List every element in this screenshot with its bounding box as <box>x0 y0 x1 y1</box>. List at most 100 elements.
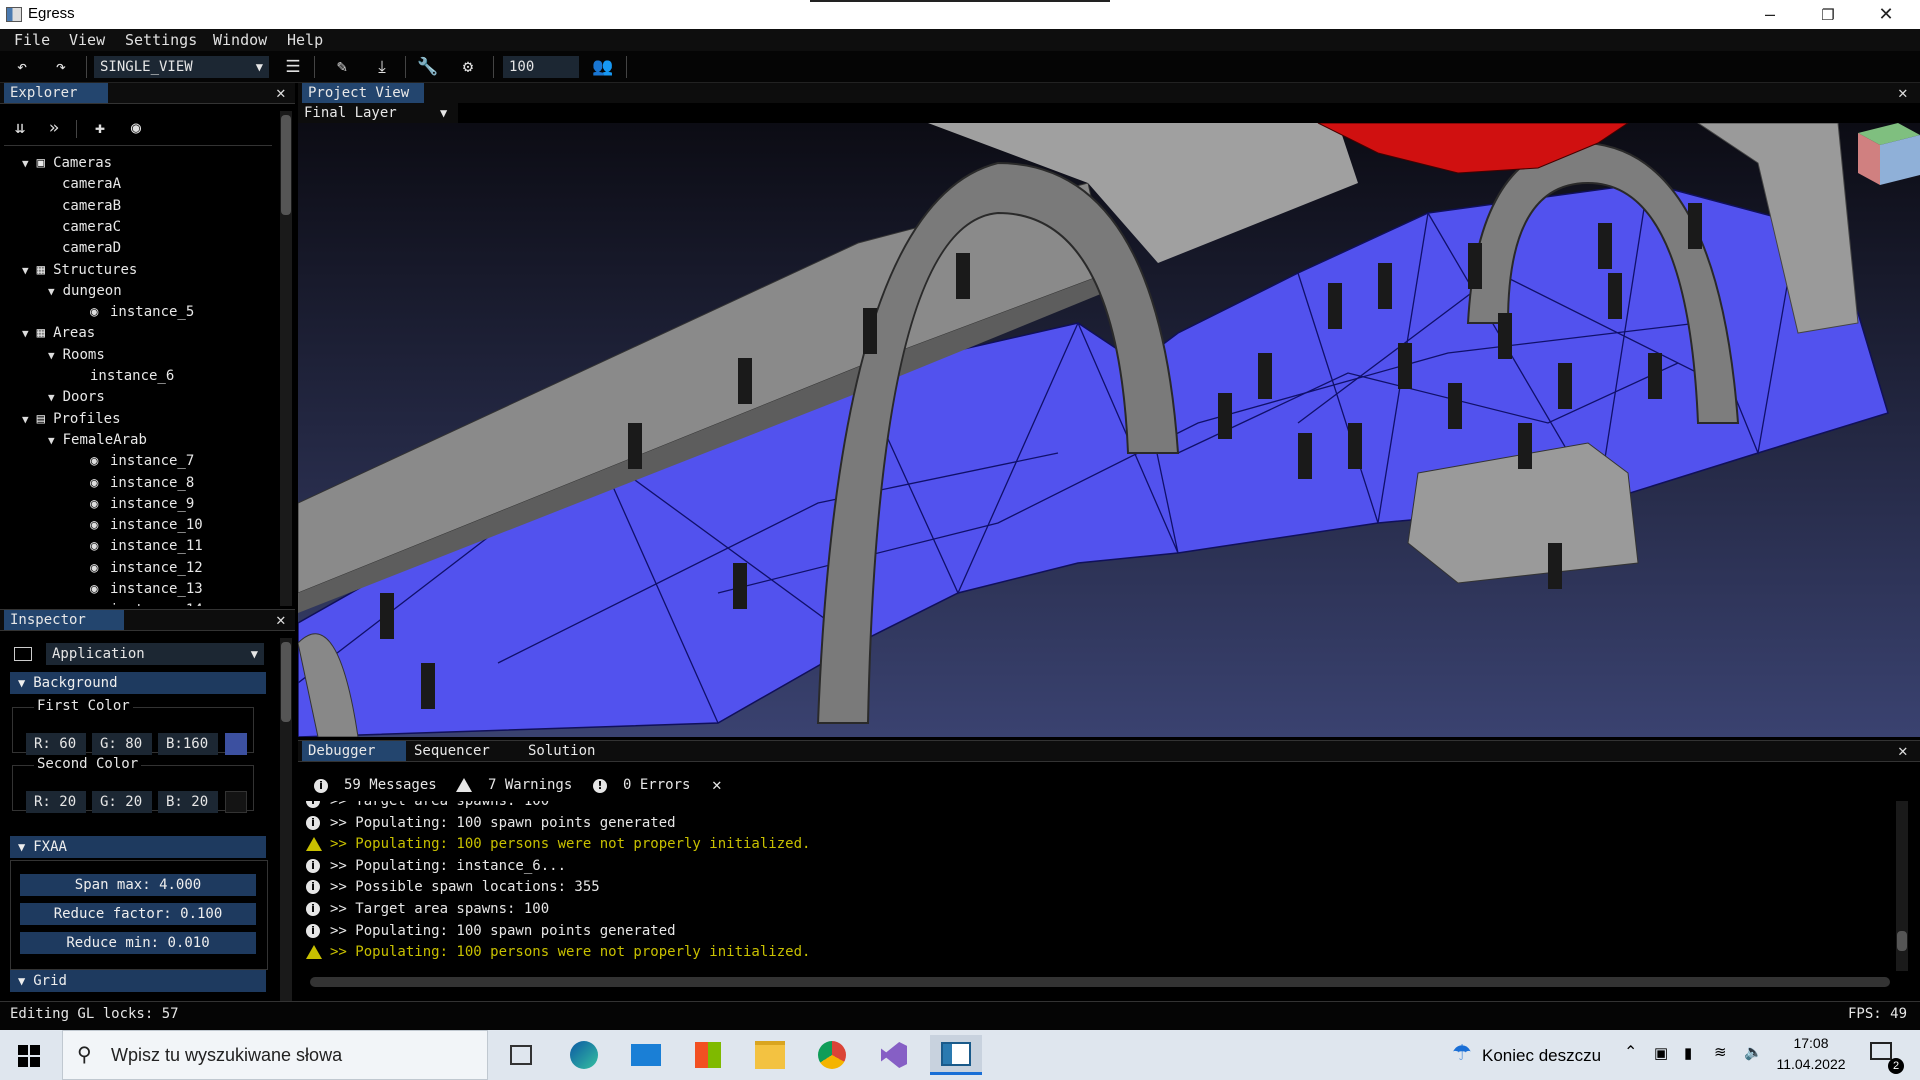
collapse-all-icon[interactable]: ⇊ <box>8 117 32 139</box>
windows-start-icon[interactable] <box>18 1045 40 1067</box>
tree-item[interactable]: cameraD <box>48 238 121 258</box>
second-color-swatch[interactable] <box>225 791 247 813</box>
battery-icon[interactable]: ▮ <box>1684 1044 1692 1062</box>
eye-icon[interactable]: ◉ <box>90 515 110 535</box>
close-icon[interactable]: ✕ <box>1898 83 1908 103</box>
inspector-scroll-thumb[interactable] <box>281 642 291 722</box>
tab-explorer[interactable]: Explorer <box>4 83 108 103</box>
tab-project-view[interactable]: Project View <box>302 83 424 103</box>
view-mode-combo[interactable]: SINGLE_VIEW ▼ <box>94 56 269 78</box>
edit-icon[interactable]: ✎ <box>330 56 354 78</box>
reduce-factor-slider[interactable]: Reduce factor: 0.100 <box>20 903 256 925</box>
menu-window[interactable]: Window <box>213 31 267 49</box>
tree-item[interactable]: ◉ instance_12 <box>90 558 203 578</box>
close-icon[interactable]: ✕ <box>1898 741 1908 761</box>
explorer-scroll-thumb[interactable] <box>281 115 291 215</box>
wrench-icon[interactable]: 🔧 <box>416 56 440 78</box>
log-entry[interactable]: >> Populating: 100 persons were not prop… <box>306 834 810 855</box>
network-device-icon[interactable]: ▣ <box>1654 1044 1668 1062</box>
inspector-target-combo[interactable]: Application ▼ <box>46 643 264 665</box>
edge-icon[interactable] <box>558 1035 610 1075</box>
close-button[interactable]: ✕ <box>1857 0 1915 29</box>
log-entry[interactable]: i >> Populating: instance_6... <box>306 856 566 877</box>
menu-file[interactable]: File <box>14 31 50 49</box>
clear-log-icon[interactable]: ✕ <box>712 775 722 794</box>
store-icon[interactable] <box>682 1035 734 1075</box>
info-icon[interactable]: i <box>314 779 328 793</box>
warnings-count[interactable]: 7 Warnings <box>488 777 572 793</box>
log-entry[interactable]: >> Populating: 100 persons were not prop… <box>306 942 810 963</box>
log-scrollbar[interactable] <box>1896 801 1908 971</box>
second-color-g[interactable]: G: 20 <box>92 791 152 813</box>
file-explorer-icon[interactable] <box>744 1035 796 1075</box>
chevron-down-icon[interactable]: ▼ <box>48 391 55 404</box>
tab-debugger[interactable]: Debugger <box>302 741 406 761</box>
redo-icon[interactable]: ↷ <box>49 56 73 78</box>
first-color-g[interactable]: G: 80 <box>92 733 152 755</box>
chevron-down-icon[interactable]: ▼ <box>22 413 29 426</box>
log-entry[interactable]: i >> Possible spawn locations: 355 <box>306 877 600 898</box>
hierarchy-icon[interactable]: ⚙ <box>456 56 480 78</box>
list-icon[interactable]: ☰ <box>281 56 305 78</box>
log-entry[interactable]: i >> Target area spawns: 100 <box>306 899 549 920</box>
menu-view[interactable]: View <box>69 31 105 49</box>
eye-icon[interactable]: ◉ <box>90 494 110 514</box>
eye-icon[interactable]: ◉ <box>90 473 110 493</box>
tree-item[interactable]: ◉instance_14 <box>90 600 203 606</box>
inspector-scrollbar[interactable] <box>280 638 292 1002</box>
chevron-down-icon[interactable]: ▼ <box>22 264 29 277</box>
tab-inspector[interactable]: Inspector <box>4 610 124 630</box>
first-color-swatch[interactable] <box>225 733 247 755</box>
tab-sequencer[interactable]: Sequencer <box>408 741 512 761</box>
error-icon[interactable]: ! <box>593 779 607 793</box>
viewport-3d[interactable] <box>298 123 1920 737</box>
weather-text[interactable]: Koniec deszczu <box>1482 1046 1601 1066</box>
section-background[interactable]: ▼ Background <box>10 672 266 694</box>
eye-icon[interactable]: ◉ <box>90 558 110 578</box>
task-view-icon[interactable] <box>495 1035 547 1075</box>
clock-time[interactable]: 17:08 <box>1776 1035 1846 1051</box>
span-max-slider[interactable]: Span max: 4.000 <box>20 874 256 896</box>
tree-item[interactable]: ◉ instance_5 <box>90 302 194 322</box>
tree-item[interactable]: ◉ instance_13 <box>90 579 203 599</box>
taskbar-search-box[interactable]: ⚲ Wpisz tu wyszukiwane słowa <box>62 1030 488 1080</box>
chevron-down-icon[interactable]: ▼ <box>48 349 55 362</box>
menu-help[interactable]: Help <box>287 31 323 49</box>
explorer-scrollbar[interactable] <box>280 111 292 606</box>
eye-icon[interactable]: ◉ <box>90 600 110 606</box>
log-entry[interactable]: i >> Populating: 100 spawn points generat… <box>306 813 676 834</box>
eye-icon[interactable]: ◉ <box>90 451 110 471</box>
tree-item[interactable]: cameraC <box>48 217 121 237</box>
undo-icon[interactable]: ↶ <box>10 56 34 78</box>
eye-icon[interactable]: ◉ <box>90 536 110 556</box>
log-entry[interactable]: i >> Target area spawns: 100 <box>306 801 549 812</box>
restore-button[interactable]: ❐ <box>1799 0 1857 29</box>
minimize-button[interactable]: – <box>1741 0 1799 29</box>
second-color-b[interactable]: B: 20 <box>158 791 218 813</box>
tree-item[interactable]: ◉ instance_9 <box>90 494 194 514</box>
tree-item[interactable]: ▼ ▤ Profiles <box>22 409 121 429</box>
tree-item[interactable]: ▼ ▦ Structures <box>22 260 137 280</box>
menu-settings[interactable]: Settings <box>125 31 197 49</box>
section-grid[interactable]: ▼ Grid <box>10 970 266 992</box>
tree-item[interactable]: ▼ FemaleArab <box>48 430 147 450</box>
second-color-r[interactable]: R: 20 <box>26 791 86 813</box>
download-icon[interactable]: ⤓ <box>370 56 394 78</box>
chevron-down-icon[interactable]: ▼ <box>22 327 29 340</box>
tree-item[interactable]: ◉ instance_11 <box>90 536 203 556</box>
tree-item[interactable]: ◉ instance_8 <box>90 473 194 493</box>
tree-item[interactable]: instance_6 <box>90 366 174 386</box>
tree-item[interactable]: ▼ ▣ Cameras <box>22 153 112 173</box>
count-input[interactable]: 100 <box>503 56 579 78</box>
section-fxaa[interactable]: ▼ FXAA <box>10 836 266 858</box>
wifi-icon[interactable]: ≋ <box>1714 1043 1727 1061</box>
users-icon[interactable]: 👥 <box>591 56 615 78</box>
notification-icon[interactable] <box>1870 1042 1892 1060</box>
chrome-icon[interactable] <box>806 1035 858 1075</box>
weather-icon[interactable]: ☂ <box>1452 1040 1472 1066</box>
log-entry[interactable]: i >> Populating: 100 spawn points generat… <box>306 921 676 942</box>
chevron-down-icon[interactable]: ▼ <box>22 157 29 170</box>
first-color-b[interactable]: B:160 <box>158 733 218 755</box>
tree-item[interactable]: ◉ instance_10 <box>90 515 203 535</box>
errors-count[interactable]: 0 Errors <box>623 777 690 793</box>
